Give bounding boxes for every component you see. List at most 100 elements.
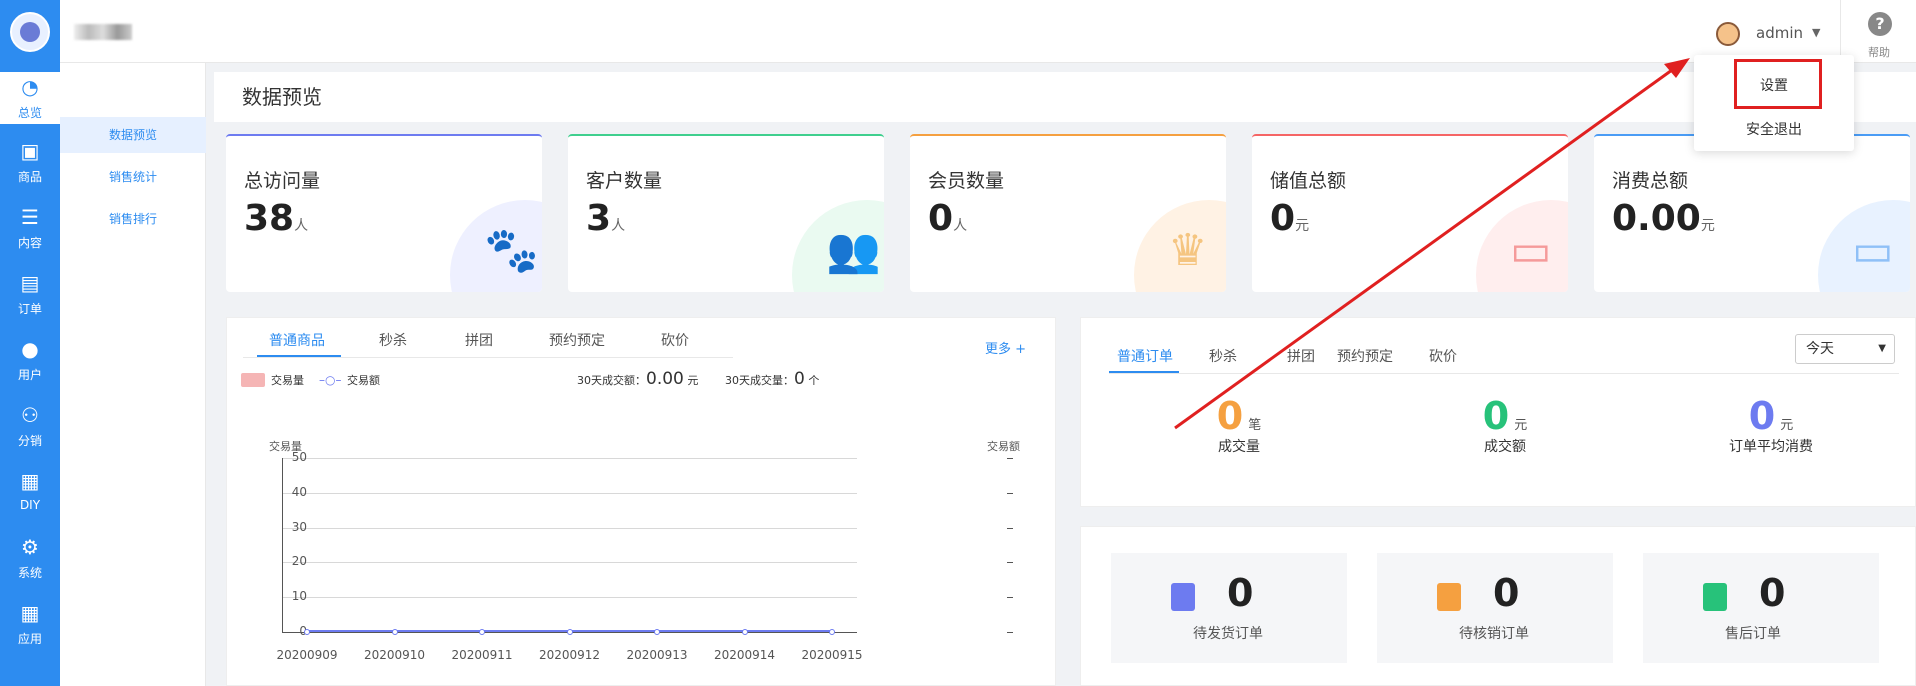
y-tick-label: 0: [271, 624, 307, 638]
after-sale-orders[interactable]: 0 售后订单: [1643, 553, 1879, 663]
gridline: [282, 527, 857, 529]
nav-orders[interactable]: ▤ 订单: [0, 272, 60, 324]
summary-amount: 30天成交额：0.00 元: [577, 369, 699, 389]
pending-orders-panel: 0 待发货订单 0 待核销订单 0 售后订单: [1080, 526, 1916, 686]
gridline: [282, 562, 857, 564]
line-point: [566, 629, 573, 635]
tab-orders-group-buy[interactable]: 拼团: [1287, 346, 1315, 366]
pending-verification[interactable]: 0 待核销订单: [1377, 553, 1613, 663]
app-logo[interactable]: [10, 12, 50, 52]
tab-group-buy[interactable]: 拼团: [465, 330, 493, 350]
subnav-sales-ranking[interactable]: 销售排行: [60, 201, 206, 237]
period-select[interactable]: 今天 ▼: [1795, 334, 1895, 364]
y2-tick: [1007, 632, 1013, 633]
nav-diy[interactable]: ▦ DIY: [0, 470, 60, 522]
more-link[interactable]: 更多 +: [985, 338, 1026, 357]
legend-amt-swatch: –○–: [319, 373, 342, 387]
tab-orders-bargain[interactable]: 砍价: [1429, 346, 1457, 366]
sub-sidebar: 数据预览 销售统计 销售排行: [60, 63, 206, 686]
stat-trade-count: 0 笔 成交量: [1216, 394, 1262, 455]
stat-card-visits: 总访问量 38人 🐾: [226, 134, 542, 292]
chevron-down-icon[interactable]: ▼: [1812, 26, 1820, 39]
clipboard-icon: [1171, 583, 1195, 611]
line-point: [829, 629, 835, 635]
y-tick-label: 20: [291, 554, 307, 569]
summary-quantity: 30天成交量：0 个: [725, 369, 820, 389]
tab-orders-reservation[interactable]: 预约预定: [1337, 346, 1393, 366]
tab-bargain[interactable]: 砍价: [661, 330, 689, 350]
chevron-down-icon: ▼: [1878, 343, 1886, 354]
help-label[interactable]: 帮助: [1868, 44, 1890, 60]
x-tick-label: 20200911: [451, 648, 513, 662]
y-tick-label: 50: [291, 450, 307, 464]
verify-icon: [1437, 583, 1461, 611]
gridline: [282, 458, 857, 459]
legend-amt-label: 交易额: [347, 374, 380, 387]
tab-reservation[interactable]: 预约预定: [549, 330, 605, 350]
tab-normal-goods[interactable]: 普通商品: [269, 330, 325, 350]
x-tick-label: 20200909: [276, 648, 338, 662]
legend-qty-swatch: [241, 373, 265, 387]
stat-card-customers: 客户数量 3人 👥: [568, 134, 884, 292]
nav-goods[interactable]: ▣ 商品: [0, 140, 60, 192]
subnav-data-preview[interactable]: 数据预览: [60, 117, 206, 153]
user-dropdown-menu: 设置 安全退出: [1694, 55, 1854, 151]
username[interactable]: admin: [1756, 24, 1803, 42]
tab-orders-seckill[interactable]: 秒杀: [1209, 346, 1237, 366]
nav-overview[interactable]: ◔ 总览: [0, 72, 60, 124]
gridline: [282, 597, 857, 599]
x-tick-label: 20200913: [626, 648, 688, 662]
logout-menu-item[interactable]: 安全退出: [1694, 119, 1854, 139]
top-header: admin ▼ ? 帮助: [60, 0, 1916, 63]
orders-panel: 普通订单 秒杀 拼团 预约预定 砍价 今天 ▼ 0 笔 成交量 0 元 成交额 …: [1080, 317, 1916, 507]
crown-icon: ♛: [1168, 225, 1208, 276]
group-icon: ⚇: [21, 403, 39, 427]
pending-shipment[interactable]: 0 待发货订单: [1111, 553, 1347, 663]
nav-content[interactable]: ☰ 内容: [0, 206, 60, 258]
line-point: [479, 629, 485, 635]
y-tick-label: 30: [291, 519, 307, 534]
pie-chart-icon: ◔: [21, 75, 39, 99]
main-content: 数据预览 总访问量 38人 🐾 客户数量 3人 👥 会员数量 0人 ♛ 储值总额…: [214, 72, 1916, 686]
nav-distribution[interactable]: ⚇ 分销: [0, 404, 60, 456]
y-tick-label: 10: [291, 589, 307, 604]
document-icon: ▤: [20, 271, 40, 295]
wallet-icon: ▭: [1852, 225, 1894, 276]
line-point: [654, 629, 660, 635]
y2-tick: [1007, 562, 1013, 564]
y2-axis-label: 交易额: [987, 440, 1020, 453]
line-point: [741, 629, 748, 635]
nav-system[interactable]: ⚙ 系统: [0, 536, 60, 588]
x-tick-label: 20200910: [363, 648, 426, 662]
x-tick-label: 20200915: [801, 648, 863, 662]
nav-apps[interactable]: ▦ 应用: [0, 602, 60, 654]
gear-icon: ⚙: [21, 535, 39, 559]
line-point: [391, 629, 398, 635]
apps-icon: ▦: [20, 601, 40, 625]
avatar[interactable]: [1716, 22, 1740, 46]
stat-trade-amount: 0 元 成交额: [1482, 394, 1528, 455]
tab-normal-orders[interactable]: 普通订单: [1117, 346, 1173, 366]
bag-icon: ▣: [20, 139, 40, 163]
list-icon: ☰: [21, 205, 39, 229]
stat-card-stored-value: 储值总额 0元 ▭: [1252, 134, 1568, 292]
card-icon: ▭: [1510, 225, 1552, 276]
users-icon: 👥: [826, 225, 881, 276]
legend-qty-label: 交易量: [271, 374, 304, 387]
aftersale-icon: [1703, 583, 1727, 611]
subnav-sales-stats[interactable]: 销售统计: [60, 159, 206, 195]
y2-tick: [1007, 458, 1013, 459]
page-title: 数据预览: [214, 72, 1916, 122]
shop-name-blurred: [74, 24, 132, 40]
nav-users[interactable]: ● 用户: [0, 338, 60, 390]
tab-seckill[interactable]: 秒杀: [379, 330, 407, 350]
layout-icon: ▦: [20, 469, 40, 493]
highlight-box: [1734, 59, 1822, 109]
y2-tick: [1007, 527, 1013, 529]
help-icon[interactable]: ?: [1868, 12, 1892, 36]
gridline: [282, 492, 857, 494]
y-tick-label: 40: [291, 484, 307, 499]
paw-icon: 🐾: [484, 225, 539, 276]
line-point: [304, 629, 310, 635]
user-icon: ●: [21, 337, 39, 361]
